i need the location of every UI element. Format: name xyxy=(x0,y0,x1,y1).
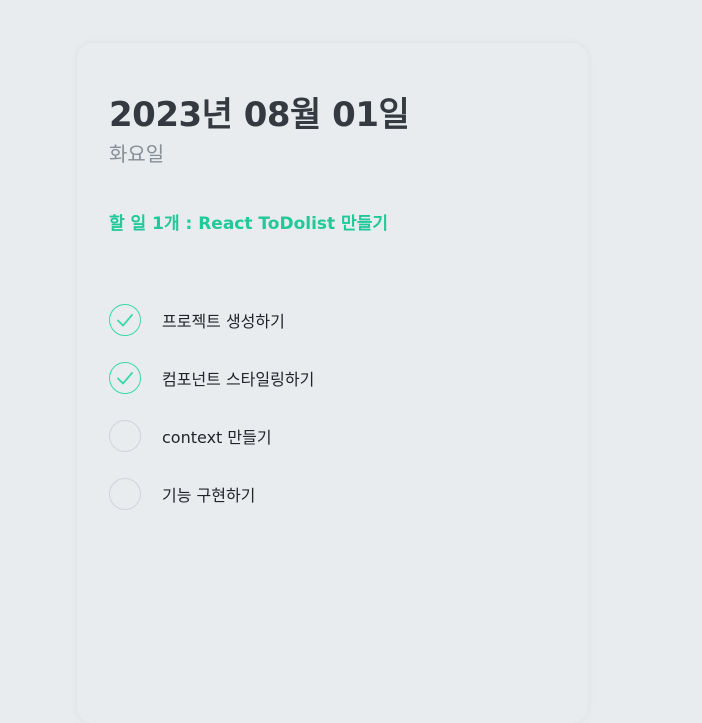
tasks-left-label: 할 일 1개 : React ToDolist 만들기 xyxy=(109,214,388,234)
todo-text: 프로젝트 생성하기 xyxy=(162,312,285,331)
todo-list: 프로젝트 생성하기 컴포넌트 스타일링하기 context 만들기 기능 구현하… xyxy=(109,291,549,523)
todo-check-button[interactable] xyxy=(109,362,141,394)
todo-check-button[interactable] xyxy=(109,420,141,452)
check-icon xyxy=(117,314,133,327)
todo-item: 프로젝트 생성하기 xyxy=(109,291,549,349)
todo-text: 기능 구현하기 xyxy=(162,486,256,505)
todo-text: 컴포넌트 스타일링하기 xyxy=(162,370,315,389)
todo-check-button[interactable] xyxy=(109,478,141,510)
day-of-week: 화요일 xyxy=(109,142,165,166)
todo-text: context 만들기 xyxy=(162,428,272,447)
todo-head: 2023년 08월 01일 화요일 xyxy=(109,93,410,167)
todo-check-button[interactable] xyxy=(109,304,141,336)
todo-item: 컴포넌트 스타일링하기 xyxy=(109,349,549,407)
todo-template: 2023년 08월 01일 화요일 할 일 1개 : React ToDolis… xyxy=(77,43,588,723)
todo-item: 기능 구현하기 xyxy=(109,465,549,523)
check-icon xyxy=(117,372,133,385)
date-title: 2023년 08월 01일 xyxy=(109,95,410,135)
todo-item: context 만들기 xyxy=(109,407,549,465)
